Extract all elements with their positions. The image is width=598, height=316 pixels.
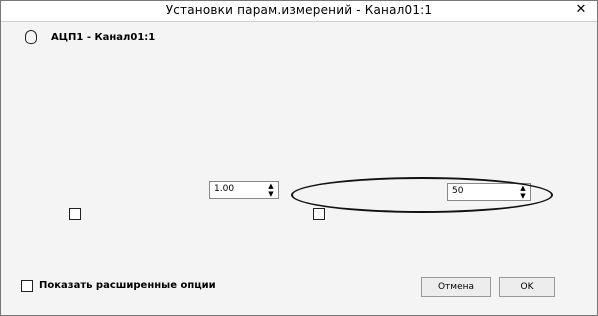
highlight-ellipse-annotation [291,177,553,213]
dialog-window: Установки парам.измерений - Канал01:1 ✕ … [0,0,598,316]
primary-spin-value: 1.00 [214,184,235,194]
advanced-options-label: Показать расширенные опции [39,280,216,291]
advanced-options-checkbox[interactable] [21,280,33,292]
primary-checkbox[interactable] [69,208,81,220]
title-bar[interactable]: Установки парам.измерений - Канал01:1 ✕ [1,1,597,22]
channel-status-icon [25,30,37,44]
primary-spin-arrows-icon[interactable]: ▲ ▼ [266,182,276,198]
secondary-checkbox[interactable] [313,208,325,220]
channel-header: АЦП1 - Канал01:1 [25,29,155,45]
close-button[interactable]: ✕ [573,2,589,18]
channel-name: АЦП1 - Канал01:1 [51,31,156,43]
primary-spin-input[interactable]: 1.00 ▲ ▼ [209,181,279,199]
window-title: Установки парам.измерений - Канал01:1 [165,3,433,17]
ok-button[interactable]: OK [499,277,555,297]
cancel-button[interactable]: Отмена [421,277,491,297]
